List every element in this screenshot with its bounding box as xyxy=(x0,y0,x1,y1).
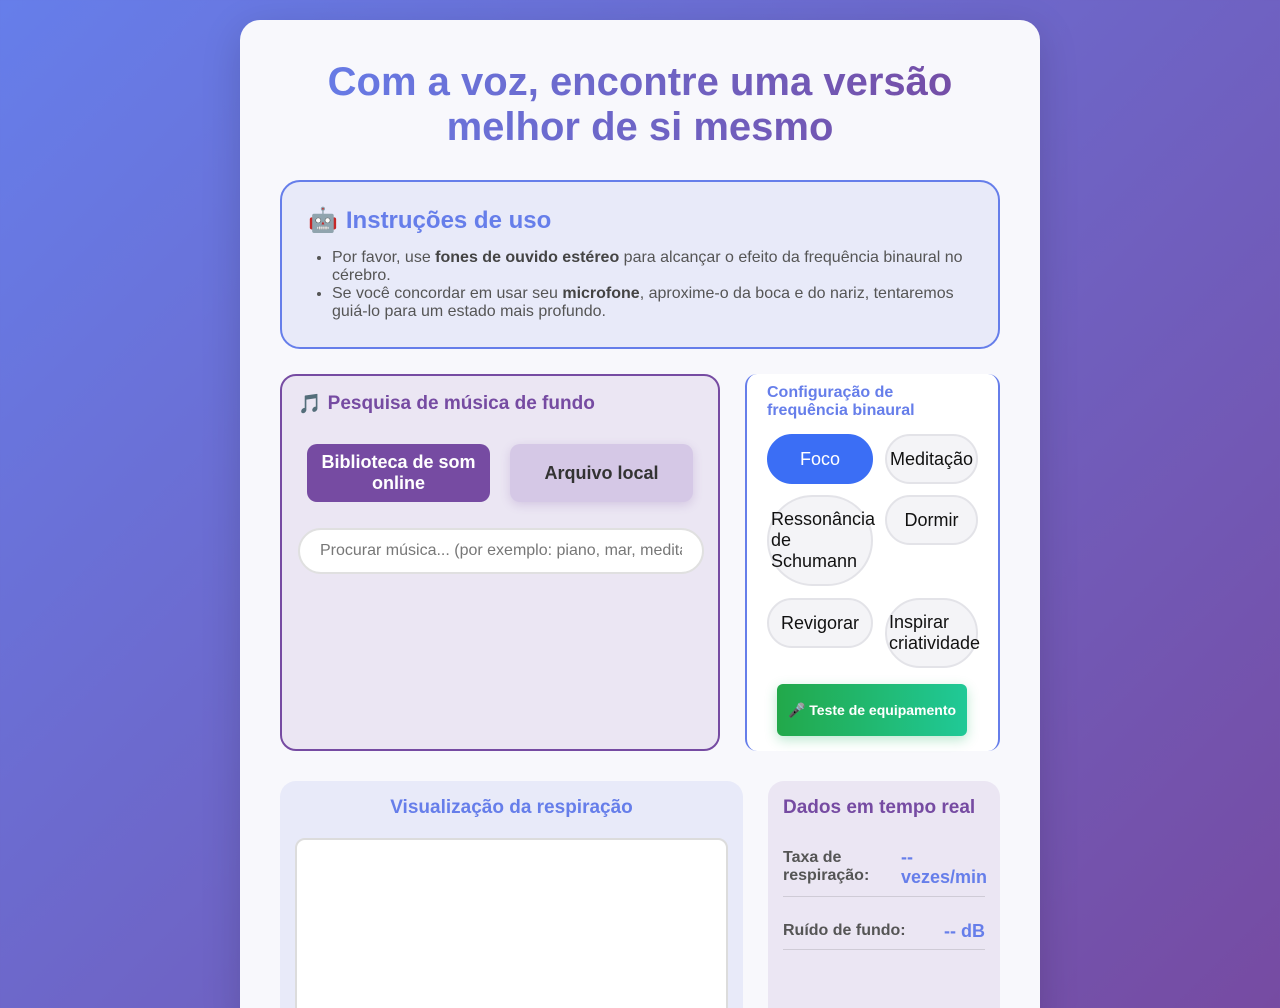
breath-rate-label: Taxa de respiração: xyxy=(783,849,870,884)
instructions-panel: 🤖 Instruções de uso Por favor, use fones… xyxy=(280,180,1000,349)
list-item: Se você concordar em usar seu microfone,… xyxy=(332,285,972,321)
music-search-panel: 🎵 Pesquisa de música de fundo Biblioteca… xyxy=(280,374,720,751)
visualization-heading: Visualização da respiração xyxy=(390,797,633,818)
instructions-list: Por favor, use fones de ouvido estéreo p… xyxy=(308,249,972,321)
freq-option-dormir[interactable]: Dormir xyxy=(885,495,978,545)
breath-rate-value: -- vezes/min xyxy=(901,847,988,887)
instructions-heading-text: Instruções de uso xyxy=(345,206,552,234)
music-note-icon: 🎵 xyxy=(298,394,322,415)
realtime-data-panel: Dados em tempo real Taxa de respiração: … xyxy=(768,781,1000,1008)
freq-option-foco[interactable]: Foco xyxy=(767,434,873,484)
freq-option-revigorar[interactable]: Revigorar xyxy=(767,598,873,648)
breath-rate-row: Taxa de respiração: -- vezes/min xyxy=(783,845,987,897)
online-library-button[interactable]: Biblioteca de som online xyxy=(307,444,490,502)
main-card: Com a voz, encontre uma versão melhor de… xyxy=(240,20,1040,1008)
music-heading: 🎵 Pesquisa de música de fundo xyxy=(298,392,595,416)
list-item: Por favor, use fones de ouvido estéreo p… xyxy=(332,249,972,285)
music-heading-text: Pesquisa de música de fundo xyxy=(327,393,595,414)
instructions-heading: 🤖 Instruções de uso xyxy=(308,206,972,235)
noise-value: -- dB xyxy=(944,921,985,941)
breathing-canvas xyxy=(295,838,728,1008)
noise-label: Ruído de fundo: xyxy=(783,922,906,939)
freq-option-meditacao[interactable]: Meditação xyxy=(885,434,978,484)
freq-option-criatividade[interactable]: Inspirar criatividade xyxy=(885,598,980,668)
breathing-visualization-panel: Visualização da respiração xyxy=(280,781,743,1008)
equipment-test-button[interactable]: 🎤 Teste de equipamento xyxy=(777,684,967,736)
page-title: Com a voz, encontre uma versão melhor de… xyxy=(280,60,1000,150)
binaural-heading: Configuração de frequência binaural xyxy=(767,384,915,419)
freq-option-schumann[interactable]: Ressonância de Schumann xyxy=(767,495,875,586)
local-file-button[interactable]: Arquivo local xyxy=(510,444,693,502)
realtime-heading: Dados em tempo real xyxy=(783,797,976,818)
music-search-input[interactable] xyxy=(298,528,704,574)
noise-row: Ruído de fundo: -- dB xyxy=(783,918,985,950)
binaural-config-panel: Configuração de frequência binaural Foco… xyxy=(745,374,1000,751)
robot-icon: 🤖 xyxy=(308,207,338,234)
